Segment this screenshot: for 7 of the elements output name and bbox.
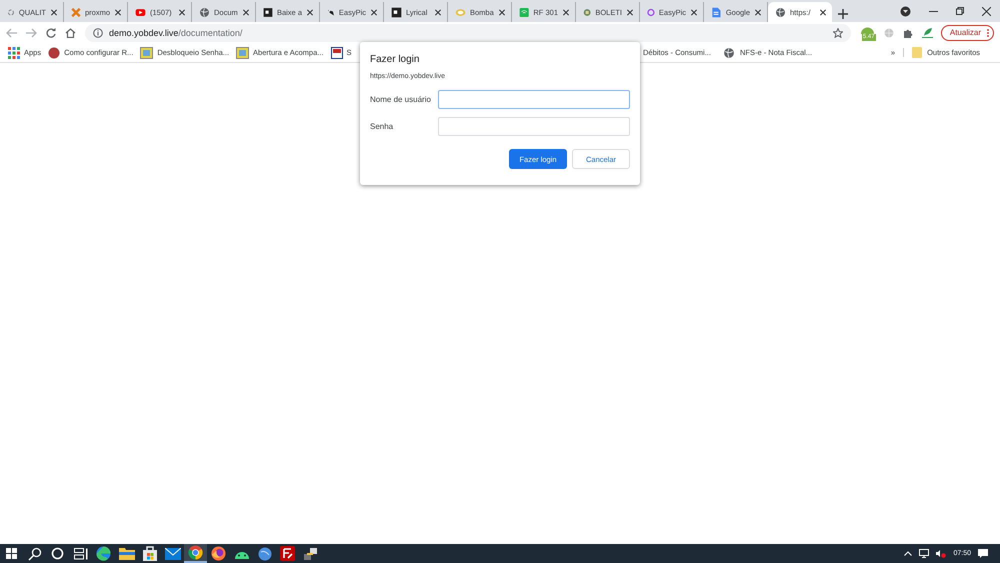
url-path: /documentation/ [178, 28, 242, 38]
update-button[interactable]: Atualizar [940, 24, 994, 40]
dialog-title: Fazer login [370, 54, 420, 65]
address-bar[interactable]: demo.yobdev.live/documentation/ [85, 24, 851, 42]
field-label: Senha [370, 122, 394, 131]
field-label: Nome de usuário [370, 95, 432, 104]
url-host: demo.yobdev.live [109, 28, 178, 38]
